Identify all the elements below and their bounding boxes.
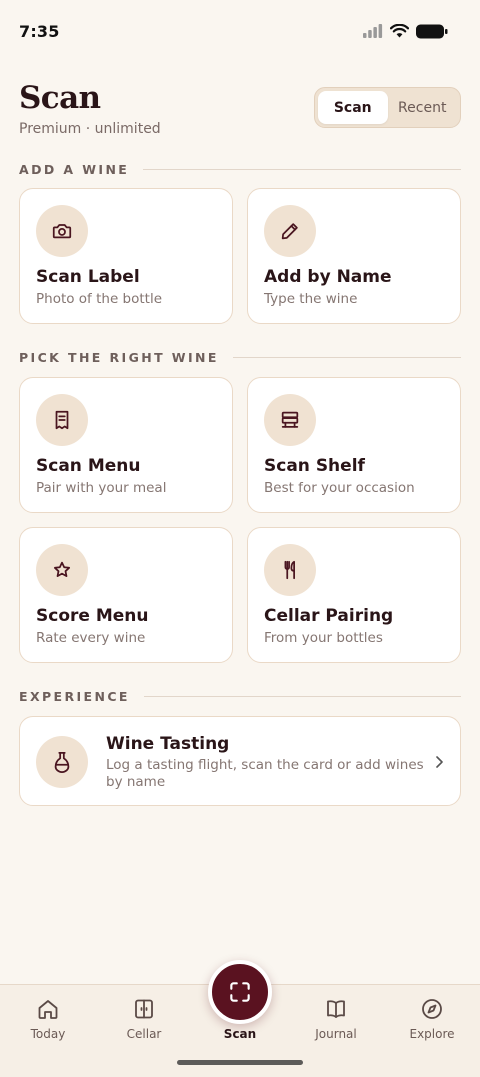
card-title: Cellar Pairing [264,606,394,626]
scan-label-card[interactable]: Scan Label Photo of the bottle [19,188,233,324]
section-label: PICK THE RIGHT WINE [19,349,219,365]
add-by-name-card[interactable]: Add by Name Type the wine [247,188,461,324]
tab-label: Scan [223,1027,257,1041]
wine-tasting-description: Log a tasting flight, scan the card or a… [106,757,424,790]
card-title: Scan Shelf [264,456,365,476]
fork-knife-icon [264,544,316,596]
tab-label: Explore [409,1027,455,1041]
scan-icon [230,982,250,1002]
status-icons [363,24,448,39]
home-icon [38,1000,58,1019]
scan-button[interactable] [208,960,272,1024]
pencil-icon [264,205,316,257]
section-divider [232,356,461,358]
wine-tasting-title: Wine Tasting [106,734,230,754]
section-label: EXPERIENCE [19,688,130,704]
page-subtitle: Premium · unlimited [19,121,161,137]
cellar-pairing-card[interactable]: Cellar Pairing From your bottles [247,527,461,663]
cellar-icon [135,999,153,1019]
shelf-icon [264,394,316,446]
tab-label: Journal [315,1027,357,1041]
card-title: Score Menu [36,606,149,626]
page-title: Scan [19,80,101,116]
card-subtitle: From your bottles [264,630,383,646]
segment-recent[interactable]: Recent [388,91,458,124]
status-bar: 7:35 [0,0,480,62]
scan-menu-card[interactable]: Scan Menu Pair with your meal [19,377,233,513]
card-subtitle: Photo of the bottle [36,291,163,307]
card-subtitle: Type the wine [264,291,358,307]
score-menu-card[interactable]: Score Menu Rate every wine [19,527,233,663]
home-indicator [177,1060,303,1065]
scan-shelf-card[interactable]: Scan Shelf Best for your occasion [247,377,461,513]
header: Scan Premium · unlimited Scan Recent [19,80,461,140]
card-title: Scan Menu [36,456,141,476]
section-experience: EXPERIENCE [19,688,461,704]
receipt-icon [36,394,88,446]
section-divider [143,168,461,170]
card-subtitle: Rate every wine [36,630,146,646]
chevron-right-icon [436,756,443,768]
flask-icon [36,736,88,788]
tab-bar: Today Cellar Scan Journal Explore [0,960,480,1077]
wifi-icon [390,24,409,38]
card-subtitle: Best for your occasion [264,480,415,496]
tab-label: Cellar [126,1027,162,1041]
card-title: Scan Label [36,267,140,287]
book-icon [327,1000,345,1018]
cellular-signal-icon [363,24,383,38]
card-title: Add by Name [264,267,392,287]
tab-cellar[interactable]: Cellar [104,997,184,1047]
section-divider [143,695,461,697]
status-time: 7:35 [19,21,60,41]
view-segmented-control: Scan Recent [314,87,461,128]
card-subtitle: Pair with your meal [36,480,167,496]
section-label: ADD A WINE [19,161,130,177]
tab-explore[interactable]: Explore [392,997,472,1047]
battery-icon [416,24,448,38]
tab-today[interactable]: Today [8,997,88,1047]
tab-journal[interactable]: Journal [296,997,376,1047]
compass-icon [422,999,442,1019]
segment-scan[interactable]: Scan [318,91,388,124]
section-add-a-wine: ADD A WINE [19,161,461,177]
star-icon [36,544,88,596]
section-pick-the-right-wine: PICK THE RIGHT WINE [19,349,461,365]
wine-tasting-card[interactable]: Wine Tasting Log a tasting flight, scan … [19,716,461,806]
camera-icon [36,205,88,257]
tab-label: Today [30,1027,66,1041]
